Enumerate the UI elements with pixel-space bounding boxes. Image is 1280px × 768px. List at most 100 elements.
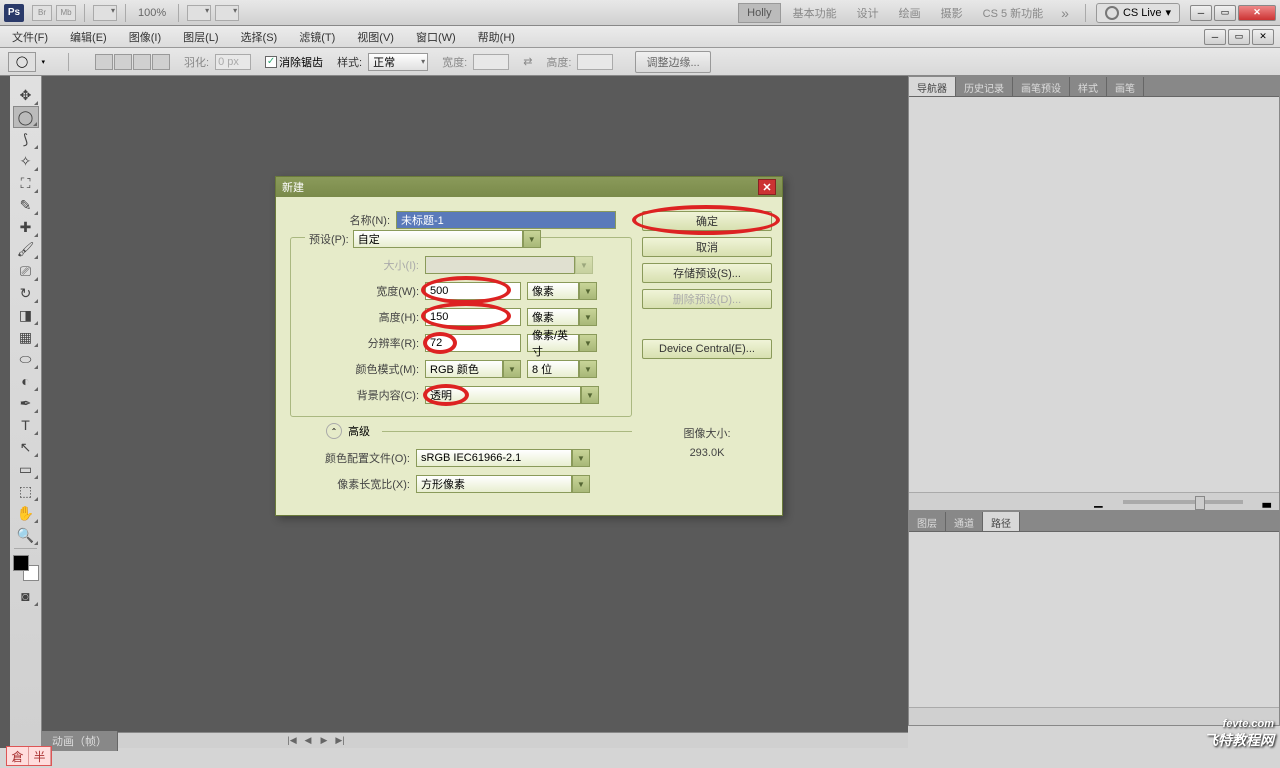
heal-tool-icon[interactable]: ✚	[13, 216, 39, 238]
preset-dropdown-btn[interactable]: ▼	[523, 230, 541, 248]
name-input[interactable]	[396, 211, 616, 229]
eraser-tool-icon[interactable]: ◨	[13, 304, 39, 326]
dialog-close-button[interactable]: ✕	[758, 179, 776, 195]
tab-styles[interactable]: 样式	[1070, 77, 1107, 96]
opt-height-input[interactable]	[577, 54, 613, 70]
stamp-tool-icon[interactable]: ⎚	[13, 260, 39, 282]
cslive-button[interactable]: CS Live ▾	[1096, 3, 1180, 23]
ime-toolbar[interactable]: 倉 半	[6, 746, 52, 766]
bg-dropdown[interactable]: 透明	[425, 386, 581, 404]
width-unit-dropdown[interactable]: 像素	[527, 282, 579, 300]
mode-dropdown[interactable]: RGB 颜色	[425, 360, 503, 378]
width-unit-btn[interactable]: ▼	[579, 282, 597, 300]
menu-layer[interactable]: 图层(L)	[177, 27, 224, 47]
fg-color-swatch[interactable]	[13, 555, 29, 571]
hand-tool-icon[interactable]: ✋	[13, 502, 39, 524]
minimize-button[interactable]: ─	[1190, 5, 1212, 21]
quickmask-icon[interactable]: ◙	[13, 585, 39, 607]
doc-close-button[interactable]: ✕	[1252, 29, 1274, 45]
tab-channels[interactable]: 通道	[946, 512, 983, 531]
maximize-button[interactable]: ▭	[1214, 5, 1236, 21]
view-extras-dropdown[interactable]	[187, 5, 211, 21]
dialog-titlebar[interactable]: 新建 ✕	[276, 177, 782, 197]
view-arrange-dropdown[interactable]	[93, 5, 117, 21]
eyedropper-tool-icon[interactable]: ✎	[13, 194, 39, 216]
timeline-tab[interactable]: 动画（帧）	[42, 731, 118, 751]
advanced-label[interactable]: 高级	[348, 423, 370, 439]
workspace-tab-essentials[interactable]: 基本功能	[785, 2, 845, 24]
aspect-btn[interactable]: ▼	[572, 475, 590, 493]
type-tool-icon[interactable]: T	[13, 414, 39, 436]
tab-history[interactable]: 历史记录	[956, 77, 1013, 96]
profile-btn[interactable]: ▼	[572, 449, 590, 467]
feather-input[interactable]	[215, 54, 251, 70]
workspace-tab-cs5new[interactable]: CS 5 新功能	[975, 2, 1052, 24]
mode-btn[interactable]: ▼	[503, 360, 521, 378]
path-tool-icon[interactable]: ↖	[13, 436, 39, 458]
frame-play-icon[interactable]: ▶	[316, 734, 332, 748]
workspace-tab-design[interactable]: 设计	[849, 2, 887, 24]
advanced-toggle-icon[interactable]: ⌃	[326, 423, 342, 439]
preset-dropdown[interactable]: 自定	[353, 230, 523, 248]
3d-tool-icon[interactable]: ⬚	[13, 480, 39, 502]
workspace-tab-photo[interactable]: 摄影	[933, 2, 971, 24]
zoom-in-icon[interactable]: ▃	[1263, 495, 1271, 508]
marquee-new-icon[interactable]	[95, 54, 113, 70]
blur-tool-icon[interactable]: ⬭	[13, 348, 39, 370]
ime-btn-2[interactable]: 半	[29, 747, 51, 765]
zoom-level[interactable]: 100%	[138, 7, 166, 19]
marquee-add-icon[interactable]	[114, 54, 132, 70]
zoom-out-icon[interactable]: ▁	[1094, 495, 1102, 508]
frame-next-icon[interactable]: ▶|	[332, 734, 348, 748]
height-unit-btn[interactable]: ▼	[579, 308, 597, 326]
history-brush-tool-icon[interactable]: ↻	[13, 282, 39, 304]
wand-tool-icon[interactable]: ✧	[13, 150, 39, 172]
minibridge-icon[interactable]: Mb	[56, 5, 76, 21]
menu-image[interactable]: 图像(I)	[123, 27, 167, 47]
res-unit-btn[interactable]: ▼	[579, 334, 597, 352]
menu-help[interactable]: 帮助(H)	[472, 27, 521, 47]
marquee-subtract-icon[interactable]	[133, 54, 151, 70]
workspace-tab-painting[interactable]: 绘画	[891, 2, 929, 24]
dodge-tool-icon[interactable]: ◐	[13, 370, 39, 392]
color-swatches[interactable]	[13, 555, 39, 581]
doc-restore-button[interactable]: ▭	[1228, 29, 1250, 45]
antialias-checkbox[interactable]: ✓消除锯齿	[265, 54, 323, 70]
profile-dropdown[interactable]: sRGB IEC61966-2.1	[416, 449, 572, 467]
menu-select[interactable]: 选择(S)	[235, 27, 284, 47]
move-tool-icon[interactable]: ✥	[13, 84, 39, 106]
close-button[interactable]: ✕	[1238, 5, 1276, 21]
screen-mode-dropdown[interactable]	[215, 5, 239, 21]
style-dropdown[interactable]: 正常	[368, 53, 428, 71]
menu-window[interactable]: 窗口(W)	[410, 27, 462, 47]
tab-brushes[interactable]: 画笔	[1107, 77, 1144, 96]
save-preset-button[interactable]: 存储预设(S)...	[642, 263, 772, 283]
frame-prev-icon[interactable]: ◀	[300, 734, 316, 748]
res-unit-dropdown[interactable]: 像素/英寸	[527, 334, 579, 352]
opt-width-input[interactable]	[473, 54, 509, 70]
height-unit-dropdown[interactable]: 像素	[527, 308, 579, 326]
tool-preset-picker[interactable]: ◯	[8, 52, 36, 72]
crop-tool-icon[interactable]: ⛶	[13, 172, 39, 194]
workspace-more-icon[interactable]: »	[1061, 5, 1069, 21]
zoom-tool-icon[interactable]: 🔍	[13, 524, 39, 546]
lasso-tool-icon[interactable]: ⟆	[13, 128, 39, 150]
doc-minimize-button[interactable]: ─	[1204, 29, 1226, 45]
menu-view[interactable]: 视图(V)	[351, 27, 400, 47]
ok-button[interactable]: 确定	[642, 211, 772, 231]
res-input[interactable]	[425, 334, 521, 352]
bg-btn[interactable]: ▼	[581, 386, 599, 404]
tab-brushpreset[interactable]: 画笔预设	[1013, 77, 1070, 96]
tab-layers[interactable]: 图层	[909, 512, 946, 531]
menu-file[interactable]: 文件(F)	[6, 27, 54, 47]
refine-edge-button[interactable]: 调整边缘...	[635, 51, 710, 73]
swap-icon[interactable]: ⇄	[523, 55, 532, 68]
bit-btn[interactable]: ▼	[579, 360, 597, 378]
tab-paths[interactable]: 路径	[983, 512, 1020, 531]
menu-edit[interactable]: 编辑(E)	[64, 27, 113, 47]
gradient-tool-icon[interactable]: ▦	[13, 326, 39, 348]
pen-tool-icon[interactable]: ✒	[13, 392, 39, 414]
brush-tool-icon[interactable]: 🖌	[13, 238, 39, 260]
ime-btn-1[interactable]: 倉	[7, 747, 29, 765]
frame-first-icon[interactable]: |◀	[284, 734, 300, 748]
